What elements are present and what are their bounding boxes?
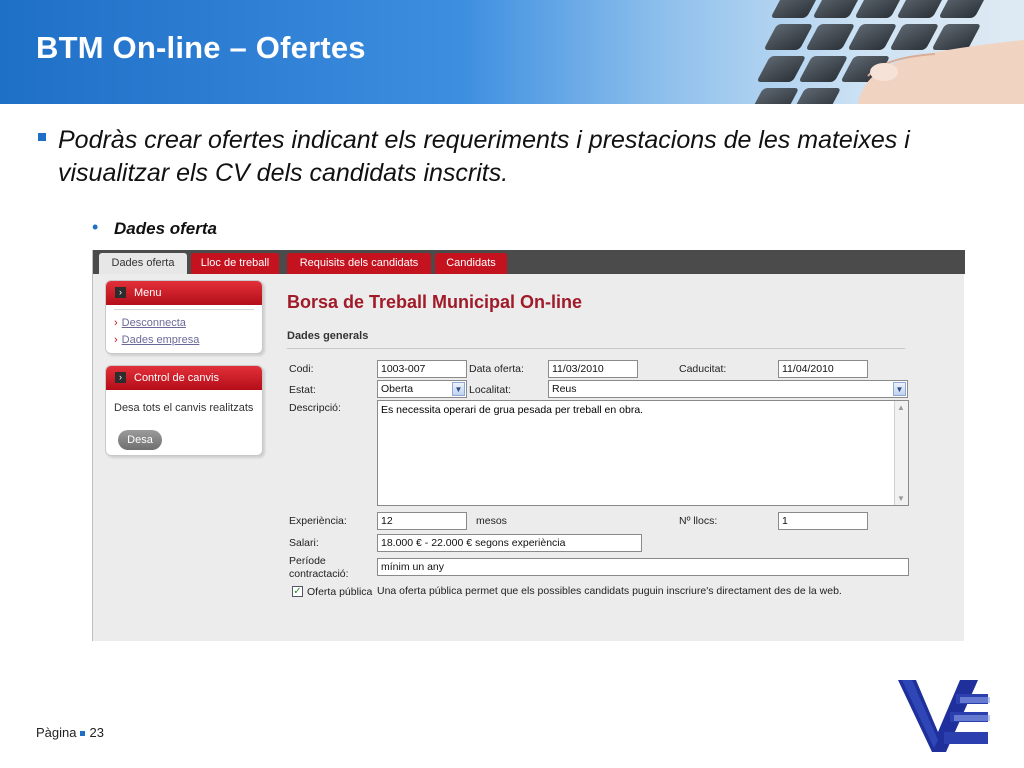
link-desconnecta-label: Desconnecta xyxy=(121,317,186,329)
experiencia-label: Experiència: xyxy=(289,515,347,527)
page-label: Pàgina xyxy=(36,725,77,740)
scroll-up-icon: ▲ xyxy=(897,403,905,412)
textarea-scrollbar[interactable]: ▲ ▼ xyxy=(894,401,908,505)
app-screenshot: Dades oferta Lloc de treball Requisits d… xyxy=(92,250,965,641)
periode-input[interactable]: mínim un any xyxy=(377,558,909,576)
menu-panel-title: Menu xyxy=(134,287,162,299)
caducitat-label: Caducitat: xyxy=(679,363,727,375)
chevron-right-icon: › xyxy=(114,317,118,329)
tab-lloc-de-treball[interactable]: Lloc de treball xyxy=(191,253,279,274)
periode-label-line1: Període xyxy=(289,555,326,567)
chevron-down-icon: ▼ xyxy=(452,382,465,396)
control-panel-text: Desa tots el canvis realitzats xyxy=(114,402,254,414)
divider xyxy=(114,309,254,310)
bullet-main: Podràs crear ofertes indicant els requer… xyxy=(36,124,936,190)
main-title: Borsa de Treball Municipal On-line xyxy=(287,292,583,312)
codi-input[interactable]: 1003-007 xyxy=(377,360,467,378)
estat-label: Estat: xyxy=(289,384,316,396)
descripcio-value: Es necessita operari de grua pesada per … xyxy=(381,404,644,416)
link-dades-empresa-label: Dades empresa xyxy=(121,334,200,346)
salari-label: Salari: xyxy=(289,537,319,549)
chevron-right-icon: › xyxy=(114,334,118,346)
dot-bullet-icon: • xyxy=(92,217,99,237)
localitat-select-value: Reus xyxy=(552,383,577,395)
salari-input[interactable]: 18.000 € - 22.000 € segons experiència xyxy=(377,534,642,552)
menu-panel-header: › Menu xyxy=(106,281,262,305)
tab-dades-oferta[interactable]: Dades oferta xyxy=(99,253,187,274)
link-dades-empresa[interactable]: › Dades empresa xyxy=(114,334,199,346)
descripcio-label: Descripció: xyxy=(289,402,341,414)
estat-select[interactable]: Oberta ▼ xyxy=(377,380,467,398)
tab-bar: Dades oferta Lloc de treball Requisits d… xyxy=(93,250,965,274)
tab-requisits-candidats[interactable]: Requisits dels candidats xyxy=(287,253,431,274)
square-bullet-icon xyxy=(80,731,86,737)
menu-panel: › Menu › Desconnecta › Dades empresa xyxy=(105,280,263,354)
data-oferta-input[interactable]: 11/03/2010 xyxy=(548,360,638,378)
control-panel-title: Control de canvis xyxy=(134,372,219,384)
oferta-publica-checkbox[interactable]: ✓ xyxy=(292,586,303,597)
periode-label-line2: contractació: xyxy=(289,568,349,580)
chevron-down-icon: ▼ xyxy=(893,382,906,396)
oferta-publica-label: Oferta pública xyxy=(307,586,373,598)
arrow-right-icon: › xyxy=(115,372,126,383)
link-desconnecta[interactable]: › Desconnecta xyxy=(114,317,186,329)
experiencia-unit: mesos xyxy=(476,515,507,527)
control-panel: › Control de canvis Desa tots el canvis … xyxy=(105,365,263,456)
desa-button[interactable]: Desa xyxy=(118,430,162,450)
descripcio-textarea[interactable]: Es necessita operari de grua pesada per … xyxy=(377,400,909,506)
n-llocs-input[interactable]: 1 xyxy=(778,512,868,530)
page-number-value: 23 xyxy=(89,725,104,740)
codi-label: Codi: xyxy=(289,363,314,375)
caducitat-input[interactable]: 11/04/2010 xyxy=(778,360,868,378)
slide-title: BTM On-line – Ofertes xyxy=(36,30,366,65)
section-title: Dades generals xyxy=(287,330,369,342)
section-divider xyxy=(287,348,905,349)
oferta-publica-hint: Una oferta pública permet que els possib… xyxy=(377,585,842,597)
bullet-sub-text: Dades oferta xyxy=(114,219,217,238)
tab-candidats[interactable]: Candidats xyxy=(435,253,507,274)
scroll-down-icon: ▼ xyxy=(897,494,905,503)
bullet-main-text: Podràs crear ofertes indicant els requer… xyxy=(58,126,910,187)
estat-select-value: Oberta xyxy=(381,383,414,395)
square-bullet-icon xyxy=(38,133,46,141)
arrow-right-icon: › xyxy=(115,287,126,298)
n-llocs-label: Nº llocs: xyxy=(679,515,718,527)
header-banner: BTM On-line – Ofertes xyxy=(0,0,1024,104)
localitat-select[interactable]: Reus ▼ xyxy=(548,380,908,398)
bullet-sub: • Dades oferta xyxy=(92,217,217,239)
control-panel-header: › Control de canvis xyxy=(106,366,262,390)
data-oferta-label: Data oferta: xyxy=(469,363,524,375)
localitat-label: Localitat: xyxy=(469,384,512,396)
company-logo xyxy=(898,680,990,752)
page-number: Pàgina 23 xyxy=(36,725,104,740)
slide: BTM On-line – Ofertes Podràs crear ofert… xyxy=(0,0,1024,768)
experiencia-input[interactable]: 12 xyxy=(377,512,467,530)
